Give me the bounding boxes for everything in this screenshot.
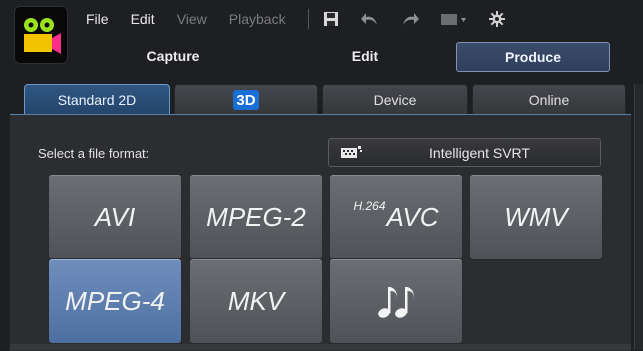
menu-separator	[307, 9, 309, 29]
format-avi-label: AVI	[94, 201, 136, 232]
right-scrollbar[interactable]	[634, 84, 643, 350]
format-mkv-button[interactable]: MKV	[189, 258, 323, 344]
menu-bar: File Edit View Playback	[86, 4, 527, 34]
tab-standard-2d[interactable]: Standard 2D	[24, 84, 170, 115]
format-mpeg4-button[interactable]: MPEG-4	[48, 258, 182, 344]
mode-edit[interactable]: Edit	[290, 42, 440, 70]
mode-produce[interactable]: Produce	[456, 42, 610, 72]
format-mpeg2-button[interactable]: MPEG-2	[189, 174, 323, 260]
intelligent-svrt-button[interactable]: Intelligent SVRT	[328, 138, 601, 167]
tab-online[interactable]: Online	[472, 84, 626, 116]
format-avc-label: AVC	[386, 201, 439, 232]
undo-icon[interactable]	[360, 11, 379, 27]
menu-view[interactable]: View	[177, 11, 207, 27]
redo-icon[interactable]	[401, 11, 419, 27]
format-mpeg2-label: MPEG-2	[206, 201, 306, 232]
format-mpeg4-label: MPEG-4	[65, 285, 165, 316]
tab-device[interactable]: Device	[322, 84, 468, 116]
tab-3d[interactable]: 3D	[174, 84, 318, 116]
svrt-label: Intelligent SVRT	[429, 144, 530, 161]
panel-footer	[10, 344, 631, 350]
select-format-label: Select a file format:	[38, 146, 150, 161]
menu-file[interactable]: File	[86, 11, 109, 27]
format-h264-label: H.264	[353, 199, 386, 213]
three-d-icon: 3D	[233, 90, 259, 110]
save-icon[interactable]	[323, 11, 339, 27]
menu-playback[interactable]: Playback	[229, 11, 286, 27]
app-logo	[14, 6, 68, 64]
format-wmv-label: WMV	[504, 201, 568, 232]
music-notes-icon	[378, 287, 414, 318]
menu-edit[interactable]: Edit	[131, 11, 155, 27]
snapshot-icon[interactable]	[440, 12, 467, 26]
format-wmv-button[interactable]: WMV	[469, 174, 603, 260]
mode-capture[interactable]: Capture	[98, 42, 248, 70]
format-audio-button[interactable]	[329, 258, 463, 344]
format-h264-avc-button[interactable]: H.264 AVC	[329, 174, 463, 260]
format-avi-button[interactable]: AVI	[48, 174, 182, 260]
format-mkv-label: MKV	[227, 285, 285, 316]
film-camera-icon	[24, 18, 61, 54]
settings-icon[interactable]	[488, 11, 505, 27]
